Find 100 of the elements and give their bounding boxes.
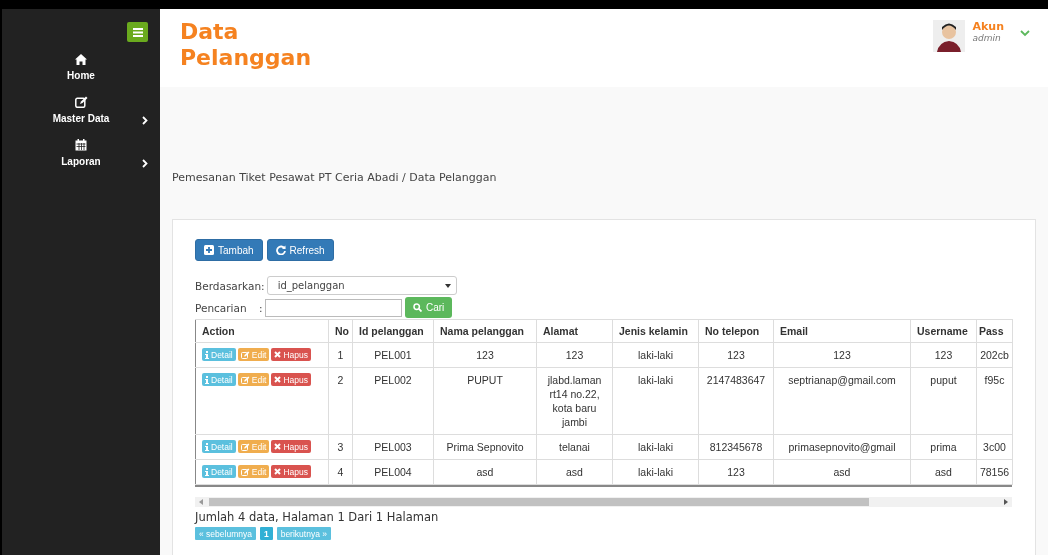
edit-icon [240, 467, 250, 476]
delete-button[interactable]: Hapus [271, 440, 311, 453]
scroll-left-icon[interactable] [199, 499, 203, 505]
column-header: Pass [976, 319, 1013, 343]
table-cell: asd [433, 459, 537, 485]
table-cell: 3 [328, 434, 353, 460]
table-cell: PEL003 [352, 434, 434, 460]
table-cell: prima [910, 434, 977, 460]
edit-button[interactable]: Edit [237, 373, 270, 386]
user-role: admin [972, 33, 1002, 43]
close-icon [274, 443, 282, 450]
filter-label: Berdasarkan: [195, 279, 265, 292]
summary-text: Jumlah 4 data, Halaman 1 Dari 1 Halaman [195, 510, 440, 524]
refresh-button[interactable]: Refresh [266, 239, 334, 261]
caret-icon [444, 283, 451, 288]
delete-button[interactable]: Hapus [271, 465, 311, 478]
table-cell: jlabd.laman rt14 no.22, kota baru jambi [536, 367, 613, 435]
breadcrumb: Pemesanan Tiket Pesawat PT Ceria Abadi / Data Pelanggan [172, 171, 498, 185]
search-label: Pencarian [195, 301, 248, 314]
table-cell: laki-laki [612, 434, 699, 460]
table-cell: 4 [328, 459, 353, 485]
table-cell: laki-laki [612, 342, 699, 368]
pagination-button[interactable]: berikutnya » [276, 527, 331, 540]
table-cell: 812345678 [698, 434, 774, 460]
search-button[interactable]: Cari [405, 297, 453, 318]
table-cell: PUPUT [433, 367, 537, 435]
table-cell: PEL002 [352, 367, 434, 435]
close-icon [274, 468, 282, 475]
detail-button[interactable]: Detail [202, 465, 236, 478]
pagination-button[interactable]: « sebelumnya [195, 527, 256, 540]
table-cell: septrianap@gmail.com [773, 367, 911, 435]
search-label-colon: : [259, 301, 264, 314]
search-field[interactable] [265, 298, 402, 317]
user-name: Akun [972, 20, 1004, 33]
edit-button[interactable]: Edit [237, 440, 270, 453]
chevron-right-icon [142, 116, 148, 125]
menu-icon [132, 27, 143, 37]
table-cell: 123 [698, 459, 774, 485]
avatar-icon [932, 20, 965, 52]
chevron-down-icon [1020, 30, 1030, 37]
home-icon [75, 54, 87, 65]
column-header: Action [195, 319, 329, 343]
edit-icon [240, 442, 250, 451]
table-cell: f95c [976, 367, 1013, 435]
column-header: Email [773, 319, 911, 343]
scroll-right-icon[interactable] [1004, 499, 1008, 505]
table-cell: telanai [536, 434, 613, 460]
column-header: No telepon [698, 319, 774, 343]
detail-button[interactable]: Detail [202, 373, 236, 386]
table-cell: 2 [328, 367, 353, 435]
close-icon [274, 351, 282, 358]
sidebar-item[interactable]: Laporan [2, 139, 160, 167]
sidebar-item[interactable]: Home [2, 54, 160, 81]
chevron-right-icon [142, 159, 148, 168]
edit-button[interactable]: Edit [237, 465, 270, 478]
menu-button[interactable] [127, 22, 148, 42]
table-cell: 1 [328, 342, 353, 368]
detail-button[interactable]: Detail [202, 348, 236, 361]
info-icon [205, 467, 209, 476]
add-button[interactable]: Tambah [195, 239, 263, 261]
column-header: Username [910, 319, 977, 343]
table-cell: laki-laki [612, 367, 699, 435]
filter-dropdown[interactable]: id_pelanggan [266, 276, 457, 295]
table-cell: 2147483647 [698, 367, 774, 435]
search-icon [413, 303, 422, 312]
table-cell: 78156 [976, 459, 1013, 485]
delete-button[interactable]: Hapus [271, 348, 311, 361]
table-cell: asd [536, 459, 613, 485]
horizontal-scrollbar[interactable] [195, 497, 1012, 507]
calendar-icon [75, 139, 87, 151]
table-cell: PEL001 [352, 342, 434, 368]
column-header: No [328, 319, 353, 343]
column-header: Alamat [536, 319, 613, 343]
table-cell: 123 [773, 342, 911, 368]
sidebar-item[interactable]: Master Data [2, 96, 160, 124]
edit-icon [240, 350, 250, 359]
edit-button[interactable]: Edit [237, 348, 270, 361]
pagination-button[interactable]: 1 [259, 527, 273, 540]
column-header: Nama pelanggan [433, 319, 537, 343]
table-cell: 123 [910, 342, 977, 368]
table-cell: asd [910, 459, 977, 485]
plus-icon [204, 245, 214, 255]
table-cell: 202cb [976, 342, 1013, 368]
table-cell: 123 [433, 342, 537, 368]
table-cell: 123 [698, 342, 774, 368]
table-cell: Prima Sepnovito [433, 434, 537, 460]
table-cell: 3c00 [976, 434, 1013, 460]
table-cell: laki-laki [612, 459, 699, 485]
edit-icon [240, 375, 250, 384]
column-header: Jenis kelamin [612, 319, 699, 343]
column-header: Id pelanggan [352, 319, 434, 343]
info-icon [205, 442, 209, 451]
edit-icon [74, 96, 88, 108]
user-menu[interactable]: Akun admin [932, 20, 1030, 52]
delete-button[interactable]: Hapus [271, 373, 311, 386]
info-icon [205, 375, 209, 384]
table-cell: asd [773, 459, 911, 485]
detail-button[interactable]: Detail [202, 440, 236, 453]
close-icon [274, 376, 282, 383]
table-cell: puput [910, 367, 977, 435]
